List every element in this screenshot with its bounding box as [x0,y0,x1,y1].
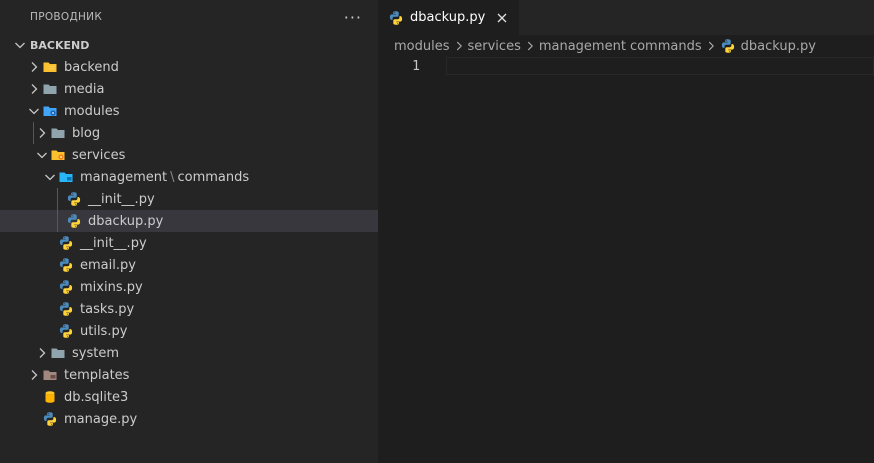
folder-services-open-icon [50,147,66,163]
tree-item-file[interactable]: mixins.py [0,276,378,298]
tree-item-label: modules [64,103,120,119]
breadcrumb-management[interactable]: management [539,39,626,54]
chevron-down-icon [26,103,42,119]
tree-item-label: tasks.py [80,301,135,317]
tree-item-folder[interactable]: blog [0,122,378,144]
python-file-icon [42,411,58,427]
tree-item-file[interactable]: tasks.py [0,298,378,320]
tree-item-file[interactable]: email.py [0,254,378,276]
folder-management-open-icon [58,169,74,185]
chevron-right-icon [26,81,42,97]
database-icon [42,389,58,405]
tree-item-label: system [72,345,119,361]
tree-item-folder[interactable]: system [0,342,378,364]
tree-item-file[interactable]: utils.py [0,320,378,342]
tree-item-label: backend [64,59,119,75]
breadcrumb-modules[interactable]: modules [394,39,450,54]
breadcrumb: modules services management commands dba… [378,35,874,57]
tree-item-folder[interactable]: media [0,78,378,100]
tree-item-file[interactable]: db.sqlite3 [0,386,378,408]
indent-guide [33,122,34,144]
tree-item-label: blog [72,125,101,141]
tree-item-label: manage.py [64,411,138,427]
folder-modules-open-icon [42,103,58,119]
python-file-icon [66,213,82,229]
chevron-right-icon [34,125,50,141]
tree-item-file[interactable]: manage.py [0,408,378,430]
tree-item-file-selected[interactable]: dbackup.py [0,210,378,232]
tree-item-file[interactable]: __init__.py [0,232,378,254]
compact-folder-separator: \ [170,169,175,185]
section-header-backend[interactable]: BACKEND [0,34,378,56]
explorer-sidebar: ПРОВОДНИК ··· BACKEND backend media modu… [0,0,378,463]
breadcrumb-file[interactable]: dbackup.py [741,39,816,54]
tree-item-label: utils.py [80,323,128,339]
line-number: 1 [412,59,420,74]
chevron-right-icon [704,39,718,53]
tab-dbackup[interactable]: dbackup.py [378,0,520,35]
tree-item-folder[interactable]: templates [0,364,378,386]
tree-item-label: email.py [80,257,136,273]
chevron-right-icon [452,39,466,53]
tree-item-label: db.sqlite3 [64,389,129,405]
breadcrumb-services[interactable]: services [468,39,521,54]
indent-guide [57,210,58,232]
tree-item-folder[interactable]: services [0,144,378,166]
explorer-header: ПРОВОДНИК ··· [0,0,378,34]
tree-item-folder[interactable]: modules [0,100,378,122]
tree-item-label: management [80,169,168,185]
more-actions-icon[interactable]: ··· [344,8,362,27]
python-file-icon [720,38,736,54]
section-label: BACKEND [30,38,90,52]
python-file-icon [58,323,74,339]
editor-area: dbackup.py modules services management c… [378,0,874,463]
tree-item-label: __init__.py [80,235,147,251]
tree-item-label: templates [64,367,130,383]
folder-backend-icon [42,59,58,75]
close-icon[interactable] [495,11,509,25]
python-file-icon [66,191,82,207]
python-file-icon [388,10,404,26]
tree-item-label: services [72,147,126,163]
chevron-right-icon [34,345,50,361]
code-editor[interactable]: 1 [378,57,874,77]
tree-item-label-2: commands [177,169,250,185]
chevron-down-icon [42,169,58,185]
chevron-down-icon [34,147,50,163]
python-file-icon [58,279,74,295]
current-line-highlight [446,57,874,75]
python-file-icon [58,301,74,317]
tree-item-label: mixins.py [80,279,143,295]
tree-item-label: media [64,81,105,97]
folder-icon [50,125,66,141]
chevron-right-icon [26,367,42,383]
tab-bar: dbackup.py [378,0,874,35]
explorer-title: ПРОВОДНИК [30,11,103,23]
python-file-icon [58,235,74,251]
python-file-icon [58,257,74,273]
folder-icon [50,345,66,361]
tree-item-label: dbackup.py [88,213,164,229]
folder-templates-icon [42,367,58,383]
breadcrumb-commands[interactable]: commands [630,39,702,54]
folder-icon [42,81,58,97]
tree-item-folder[interactable]: backend [0,56,378,78]
chevron-down-icon [12,37,28,53]
tab-label: dbackup.py [410,10,486,25]
tree-item-file[interactable]: __init__.py [0,188,378,210]
chevron-right-icon [26,59,42,75]
tree-item-folder[interactable]: management \ commands [0,166,378,188]
tree-item-label: __init__.py [88,191,155,207]
indent-guide [57,188,58,210]
chevron-right-icon [523,39,537,53]
